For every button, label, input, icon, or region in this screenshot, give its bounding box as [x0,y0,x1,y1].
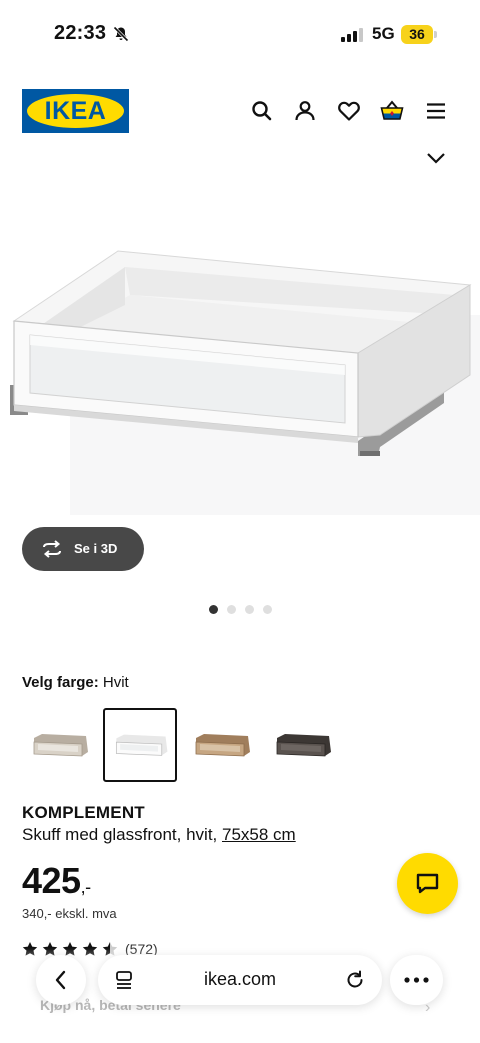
color-label: Velg farge: [22,674,99,691]
swatch-beige[interactable] [22,708,96,782]
view-in-3d-button[interactable]: Se i 3D [22,527,144,571]
silent-bell-icon [113,26,129,42]
profile-icon[interactable] [292,98,318,124]
more-dots-icon [404,977,429,983]
carousel-dot[interactable] [209,605,218,614]
menu-icon[interactable] [423,98,449,124]
logo-text: IKEA [44,97,107,125]
search-icon[interactable] [249,98,275,124]
carousel-dots[interactable] [209,605,272,615]
product-description-text: Skuff med glassfront, hvit, [22,825,222,844]
chevron-down-icon[interactable] [425,150,447,166]
product-price: 425,- [22,860,91,902]
price-ex-vat: 340,- ekskl. mva [22,906,117,921]
swatch-white-selected[interactable] [103,708,177,782]
more-options-button[interactable] [390,955,443,1005]
chat-button[interactable] [397,853,458,914]
ikea-logo[interactable]: IKEA [22,89,129,133]
product-size-link[interactable]: 75x58 cm [222,825,296,844]
url-text[interactable]: ikea.com [172,969,308,990]
carousel-dot[interactable] [245,605,254,614]
status-time: 22:33 [54,22,107,44]
tab-overview-icon[interactable] [114,970,134,990]
color-selection-label: Velg farge: Hvit [22,674,129,691]
carousel-dot[interactable] [227,605,236,614]
reload-icon[interactable] [344,969,366,991]
swatch-oak[interactable] [184,708,258,782]
heart-icon[interactable] [336,98,362,124]
battery-indicator: 36 [401,25,433,44]
carousel-dot[interactable] [263,605,272,614]
cellular-signal-icon [341,28,363,42]
swatch-dark-brown[interactable] [265,708,339,782]
back-button[interactable] [36,955,86,1005]
network-type: 5G [372,24,395,43]
product-description: Skuff med glassfront, hvit, 75x58 cm [22,825,296,845]
chat-icon [416,873,439,894]
color-value: Hvit [102,674,129,691]
price-suffix: ,- [80,877,92,897]
shopping-bag-icon[interactable] [379,98,405,124]
price-value: 425 [22,860,81,901]
product-image[interactable] [0,175,480,525]
battery-tip [434,31,437,38]
chevron-left-icon [55,970,66,990]
rotate-3d-icon [43,540,61,558]
view-in-3d-label: Se i 3D [74,541,118,556]
product-name: KOMPLEMENT [22,803,145,822]
